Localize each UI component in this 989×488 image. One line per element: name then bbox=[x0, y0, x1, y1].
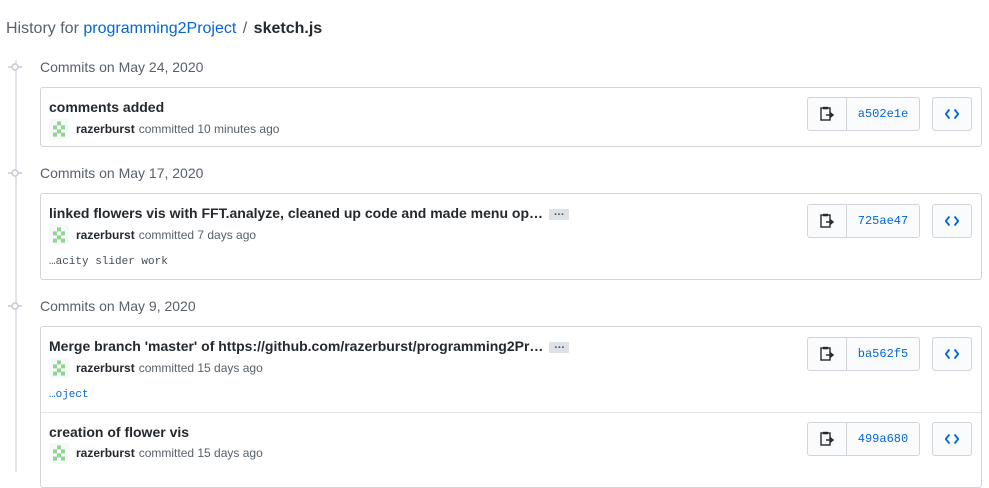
timeline-line bbox=[15, 60, 17, 472]
commit-time: committed 15 days ago bbox=[138, 361, 263, 375]
code-icon bbox=[945, 215, 959, 227]
commit-time: committed 15 days ago bbox=[138, 446, 263, 460]
commit-meta: razerburst committed 10 minutes ago bbox=[49, 119, 279, 139]
copy-sha-button[interactable] bbox=[808, 423, 847, 455]
commit-author[interactable]: razerburst bbox=[76, 446, 135, 460]
sha-button-group: 725ae47 bbox=[807, 204, 920, 238]
clippy-icon bbox=[820, 346, 834, 361]
sha-button-group: 499a680 bbox=[807, 422, 920, 456]
commit-list: linked flowers vis with FFT.analyze, cle… bbox=[40, 193, 982, 280]
sha-link[interactable]: ba562f5 bbox=[847, 338, 919, 370]
commit-message-row: linked flowers vis with FFT.analyze, cle… bbox=[49, 205, 569, 221]
sha-link[interactable]: 725ae47 bbox=[847, 205, 919, 237]
commit-message[interactable]: linked flowers vis with FFT.analyze, cle… bbox=[49, 205, 543, 221]
clippy-icon bbox=[820, 106, 834, 121]
commit-list: Merge branch 'master' of https://github.… bbox=[40, 326, 982, 488]
commit-message[interactable]: Merge branch 'master' of https://github.… bbox=[49, 338, 543, 354]
commit-group-title: Commits on May 17, 2020 bbox=[0, 163, 203, 183]
copy-sha-button[interactable] bbox=[808, 98, 847, 130]
code-icon bbox=[945, 348, 959, 360]
browse-repo-button[interactable] bbox=[932, 97, 972, 131]
commit-author[interactable]: razerburst bbox=[76, 122, 135, 136]
avatar[interactable] bbox=[49, 358, 69, 378]
code-icon bbox=[945, 433, 959, 445]
git-commit-icon bbox=[0, 296, 30, 316]
copy-sha-button[interactable] bbox=[808, 338, 847, 370]
commit-author[interactable]: razerburst bbox=[76, 228, 135, 242]
sha-link[interactable]: a502e1e bbox=[847, 98, 919, 130]
group-date: Commits on May 9, 2020 bbox=[40, 298, 196, 314]
browse-repo-button[interactable] bbox=[932, 337, 972, 371]
page-title: History for programming2Project / sketch… bbox=[6, 18, 322, 40]
sha-link[interactable]: 499a680 bbox=[847, 423, 919, 455]
expand-message-button[interactable]: … bbox=[549, 206, 569, 220]
browse-repo-button[interactable] bbox=[932, 204, 972, 238]
commit-description: …acity slider work bbox=[49, 256, 168, 268]
commit-message-row: Merge branch 'master' of https://github.… bbox=[49, 338, 570, 354]
git-commit-icon bbox=[0, 57, 30, 77]
file-name: sketch.js bbox=[253, 20, 323, 37]
group-date: Commits on May 17, 2020 bbox=[40, 165, 204, 181]
code-icon bbox=[945, 108, 959, 120]
commit-meta: razerburst committed 15 days ago bbox=[49, 443, 263, 463]
commit-author[interactable]: razerburst bbox=[76, 361, 135, 375]
sha-button-group: ba562f5 bbox=[807, 337, 920, 371]
browse-repo-button[interactable] bbox=[932, 422, 972, 456]
commit-group-title: Commits on May 9, 2020 bbox=[0, 296, 196, 316]
commit-description[interactable]: …oject bbox=[49, 389, 89, 401]
avatar[interactable] bbox=[49, 119, 69, 139]
commit-meta: razerburst committed 7 days ago bbox=[49, 225, 256, 245]
commit-list: comments added razerburst committed 10 m… bbox=[40, 87, 982, 147]
git-commit-icon bbox=[0, 163, 30, 183]
commit-meta: razerburst committed 15 days ago bbox=[49, 358, 263, 378]
commit-group-title: Commits on May 24, 2020 bbox=[0, 57, 203, 77]
clippy-icon bbox=[820, 213, 834, 228]
copy-sha-button[interactable] bbox=[808, 205, 847, 237]
commit-item: creation of flower vis razerburst commit… bbox=[41, 412, 981, 487]
commit-time: committed 7 days ago bbox=[138, 228, 257, 242]
repo-link[interactable]: programming2Project bbox=[83, 20, 236, 37]
commit-message[interactable]: creation of flower vis bbox=[49, 424, 189, 440]
avatar[interactable] bbox=[49, 225, 69, 245]
commit-item: linked flowers vis with FFT.analyze, cle… bbox=[41, 194, 981, 279]
history-prefix: History for bbox=[6, 20, 79, 37]
avatar[interactable] bbox=[49, 443, 69, 463]
expand-message-button[interactable]: … bbox=[549, 339, 570, 353]
commit-item: Merge branch 'master' of https://github.… bbox=[41, 327, 981, 412]
commit-item: comments added razerburst committed 10 m… bbox=[41, 88, 981, 146]
group-date: Commits on May 24, 2020 bbox=[40, 59, 204, 75]
commit-message[interactable]: comments added bbox=[49, 99, 164, 115]
commit-time: committed 10 minutes ago bbox=[138, 122, 280, 136]
clippy-icon bbox=[820, 431, 834, 446]
sha-button-group: a502e1e bbox=[807, 97, 920, 131]
path-separator: / bbox=[242, 20, 248, 37]
